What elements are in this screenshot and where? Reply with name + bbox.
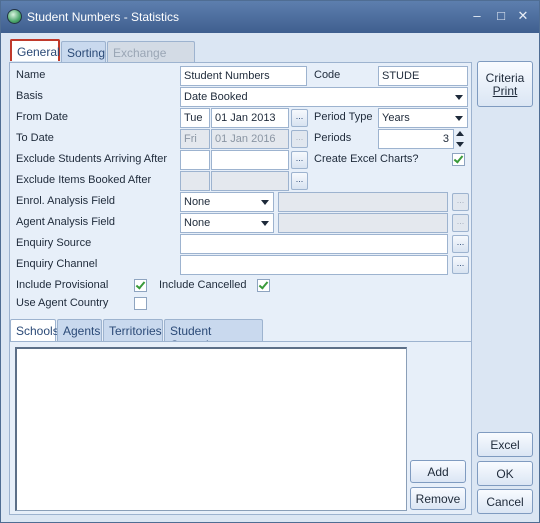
- period-type-select[interactable]: Years: [378, 108, 468, 128]
- from-date-label: From Date: [16, 111, 68, 123]
- schools-list[interactable]: [15, 347, 407, 511]
- to-date-picker-button: ...: [291, 130, 308, 148]
- code-input[interactable]: STUDE: [378, 66, 468, 86]
- to-date-input: 01 Jan 2016: [211, 129, 289, 149]
- title-bar[interactable]: Student Numbers - Statistics – □ ✕: [1, 1, 539, 33]
- maximize-button[interactable]: □: [493, 9, 509, 23]
- use-agent-country-checkbox[interactable]: [134, 297, 147, 310]
- include-provisional-checkbox[interactable]: [134, 279, 147, 292]
- criteria-print-button[interactable]: Criteria Print: [477, 61, 533, 107]
- from-date-input[interactable]: 01 Jan 2013: [211, 108, 289, 128]
- exclude-arriving-picker-button[interactable]: ...: [291, 151, 308, 169]
- tab-general[interactable]: General: [10, 39, 60, 61]
- add-button[interactable]: Add: [410, 460, 466, 483]
- tab-exchange-rates: Exchange Rates: [107, 41, 195, 74]
- tab-schools[interactable]: Schools: [10, 319, 59, 341]
- close-button[interactable]: ✕: [515, 9, 531, 23]
- criteria-print-line2: Print: [492, 84, 518, 98]
- basis-select[interactable]: Date Booked: [180, 87, 468, 107]
- use-agent-country-label: Use Agent Country: [16, 297, 109, 309]
- periods-stepper[interactable]: [454, 129, 466, 149]
- from-date-picker-button[interactable]: ...: [291, 109, 308, 127]
- spin-down-icon[interactable]: [454, 139, 466, 149]
- enrol-analysis-lookup-button: ...: [452, 193, 469, 211]
- include-cancelled-checkbox[interactable]: [257, 279, 270, 292]
- chevron-down-icon[interactable]: [452, 110, 466, 126]
- app-icon: [7, 9, 22, 24]
- name-input[interactable]: Student Numbers: [180, 66, 307, 86]
- check-icon: [135, 279, 146, 290]
- to-date-day: Fri: [180, 129, 210, 149]
- enquiry-channel-lookup-button[interactable]: ...: [452, 256, 469, 274]
- agent-analysis-value-field: [278, 213, 448, 233]
- name-label: Name: [16, 69, 46, 81]
- chevron-down-icon[interactable]: [258, 215, 272, 231]
- to-date-label: To Date: [16, 132, 54, 144]
- spin-up-icon[interactable]: [454, 129, 466, 139]
- tab-sorting[interactable]: Sorting: [61, 41, 106, 63]
- tab-territories[interactable]: Territories: [103, 319, 163, 341]
- enrol-analysis-value-field: [278, 192, 448, 212]
- check-icon: [258, 279, 269, 290]
- period-type-label: Period Type: [314, 111, 373, 123]
- exclude-arriving-input[interactable]: [211, 150, 289, 170]
- minimize-button[interactable]: –: [469, 9, 485, 23]
- exclude-booked-picker-button[interactable]: ...: [291, 172, 308, 190]
- general-panel: Name Student Numbers Code STUDE Basis Da…: [9, 62, 472, 342]
- cancel-button[interactable]: Cancel: [477, 489, 533, 514]
- excel-button[interactable]: Excel: [477, 432, 533, 457]
- schools-panel: Add Remove: [9, 341, 472, 515]
- basis-label: Basis: [16, 90, 43, 102]
- period-type-value: Years: [382, 112, 410, 124]
- exclude-booked-day: [180, 171, 210, 191]
- exclude-booked-input: [211, 171, 289, 191]
- statistics-window: Student Numbers - Statistics – □ ✕ Gener…: [0, 0, 540, 523]
- enrol-analysis-label: Enrol. Analysis Field: [16, 195, 116, 207]
- agent-analysis-label: Agent Analysis Field: [16, 216, 116, 228]
- include-cancelled-label: Include Cancelled: [159, 279, 247, 291]
- agent-analysis-value: None: [184, 217, 211, 229]
- exclude-arriving-day: [180, 150, 210, 170]
- periods-input[interactable]: 3: [378, 129, 454, 149]
- create-excel-charts-checkbox[interactable]: [452, 153, 465, 166]
- check-icon: [453, 153, 464, 164]
- tab-agents[interactable]: Agents: [57, 319, 102, 341]
- enquiry-source-label: Enquiry Source: [16, 237, 92, 249]
- tab-student-countries[interactable]: Student Countries: [164, 319, 263, 352]
- enquiry-channel-label: Enquiry Channel: [16, 258, 98, 270]
- enquiry-source-lookup-button[interactable]: ...: [452, 235, 469, 253]
- enquiry-source-input[interactable]: [180, 234, 448, 254]
- periods-label: Periods: [314, 132, 352, 144]
- remove-button[interactable]: Remove: [410, 487, 466, 510]
- agent-analysis-lookup-button: ...: [452, 214, 469, 232]
- agent-analysis-select[interactable]: None: [180, 213, 274, 233]
- enrol-analysis-value: None: [184, 196, 211, 208]
- chevron-down-icon[interactable]: [258, 194, 272, 210]
- code-label: Code: [314, 69, 341, 81]
- from-date-day: Tue: [180, 108, 210, 128]
- enquiry-channel-input[interactable]: [180, 255, 448, 275]
- exclude-arriving-label: Exclude Students Arriving After: [16, 153, 168, 165]
- window-title: Student Numbers - Statistics: [27, 10, 180, 24]
- ok-button[interactable]: OK: [477, 461, 533, 486]
- dialog-body: General Sorting Exchange Rates Name Stud…: [5, 33, 535, 520]
- exclude-booked-label: Exclude Items Booked After: [16, 174, 152, 186]
- basis-value: Date Booked: [184, 91, 248, 103]
- chevron-down-icon[interactable]: [452, 89, 466, 105]
- include-provisional-label: Include Provisional: [16, 279, 109, 291]
- create-excel-charts-label: Create Excel Charts?: [314, 153, 419, 165]
- enrol-analysis-select[interactable]: None: [180, 192, 274, 212]
